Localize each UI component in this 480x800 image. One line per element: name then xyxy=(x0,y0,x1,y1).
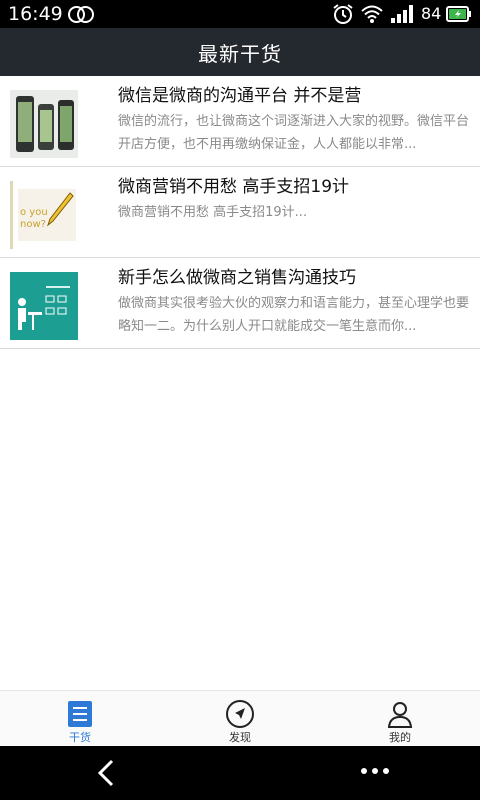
article-description: 做微商其实很考验大伙的观察力和语言能力，甚至心理学也要略知一二。为什么别人开口就… xyxy=(118,296,470,334)
battery-level: 84 xyxy=(421,4,442,23)
tab-ganhuo[interactable]: 干货 xyxy=(0,691,160,747)
do-you-know-pen-image: o you now? xyxy=(10,181,78,249)
article-thumbnail-office xyxy=(10,272,78,340)
article-thumbnail-phones xyxy=(10,90,78,158)
signal-icon xyxy=(391,5,413,23)
compass-icon xyxy=(226,700,254,728)
article-item[interactable]: 新手怎么做微商之销售沟通技巧 做微商其实很考验大伙的观察力和语言能力，甚至心理学… xyxy=(0,258,480,349)
battery-charging-icon xyxy=(446,6,471,22)
app-header: 最新干货 xyxy=(0,28,480,76)
tab-label: 我的 xyxy=(389,731,411,744)
user-icon xyxy=(387,702,413,728)
wifi-icon xyxy=(361,5,383,23)
tab-label: 发现 xyxy=(229,731,251,744)
phones-image xyxy=(10,90,78,158)
more-icon[interactable] xyxy=(360,764,390,778)
back-icon[interactable] xyxy=(94,758,118,788)
article-description: 微商营销不用愁 高手支招19计... xyxy=(118,205,308,220)
status-time: 16:49 xyxy=(8,3,63,25)
alarm-icon xyxy=(333,4,353,24)
article-title: 新手怎么做微商之销售沟通技巧 xyxy=(118,268,356,288)
article-description: 微信的流行，也让微商这个词逐渐进入大家的视野。微信平台开店方便，也不用再缴纳保证… xyxy=(118,114,470,152)
svg-text:o you: o you xyxy=(20,207,48,218)
status-bar: 16:49 84 xyxy=(0,0,480,28)
article-item[interactable]: 微信是微商的沟通平台 并不是营 微信的流行，也让微商这个词逐渐进入大家的视野。微… xyxy=(0,76,480,167)
article-title: 微信是微商的沟通平台 并不是营 xyxy=(118,86,362,106)
article-list: 微信是微商的沟通平台 并不是营 微信的流行，也让微商这个词逐渐进入大家的视野。微… xyxy=(0,76,480,349)
system-navigation-bar xyxy=(0,746,480,800)
article-item[interactable]: o you now? 微商营销不用愁 高手支招19计 微商营销不用愁 高手支招1… xyxy=(0,167,480,258)
list-icon xyxy=(68,701,92,727)
bottom-tab-bar: 干货 发现 我的 xyxy=(0,690,480,747)
tab-mine[interactable]: 我的 xyxy=(320,691,480,747)
sync-icon xyxy=(68,6,94,23)
tab-label: 干货 xyxy=(69,731,91,744)
tab-discover[interactable]: 发现 xyxy=(160,691,320,747)
svg-text:now?: now? xyxy=(20,219,46,230)
office-worker-illustration xyxy=(10,272,78,340)
page-title: 最新干货 xyxy=(198,41,282,66)
article-thumbnail-do-you-know: o you now? xyxy=(10,181,78,249)
article-title: 微商营销不用愁 高手支招19计 xyxy=(118,177,350,197)
